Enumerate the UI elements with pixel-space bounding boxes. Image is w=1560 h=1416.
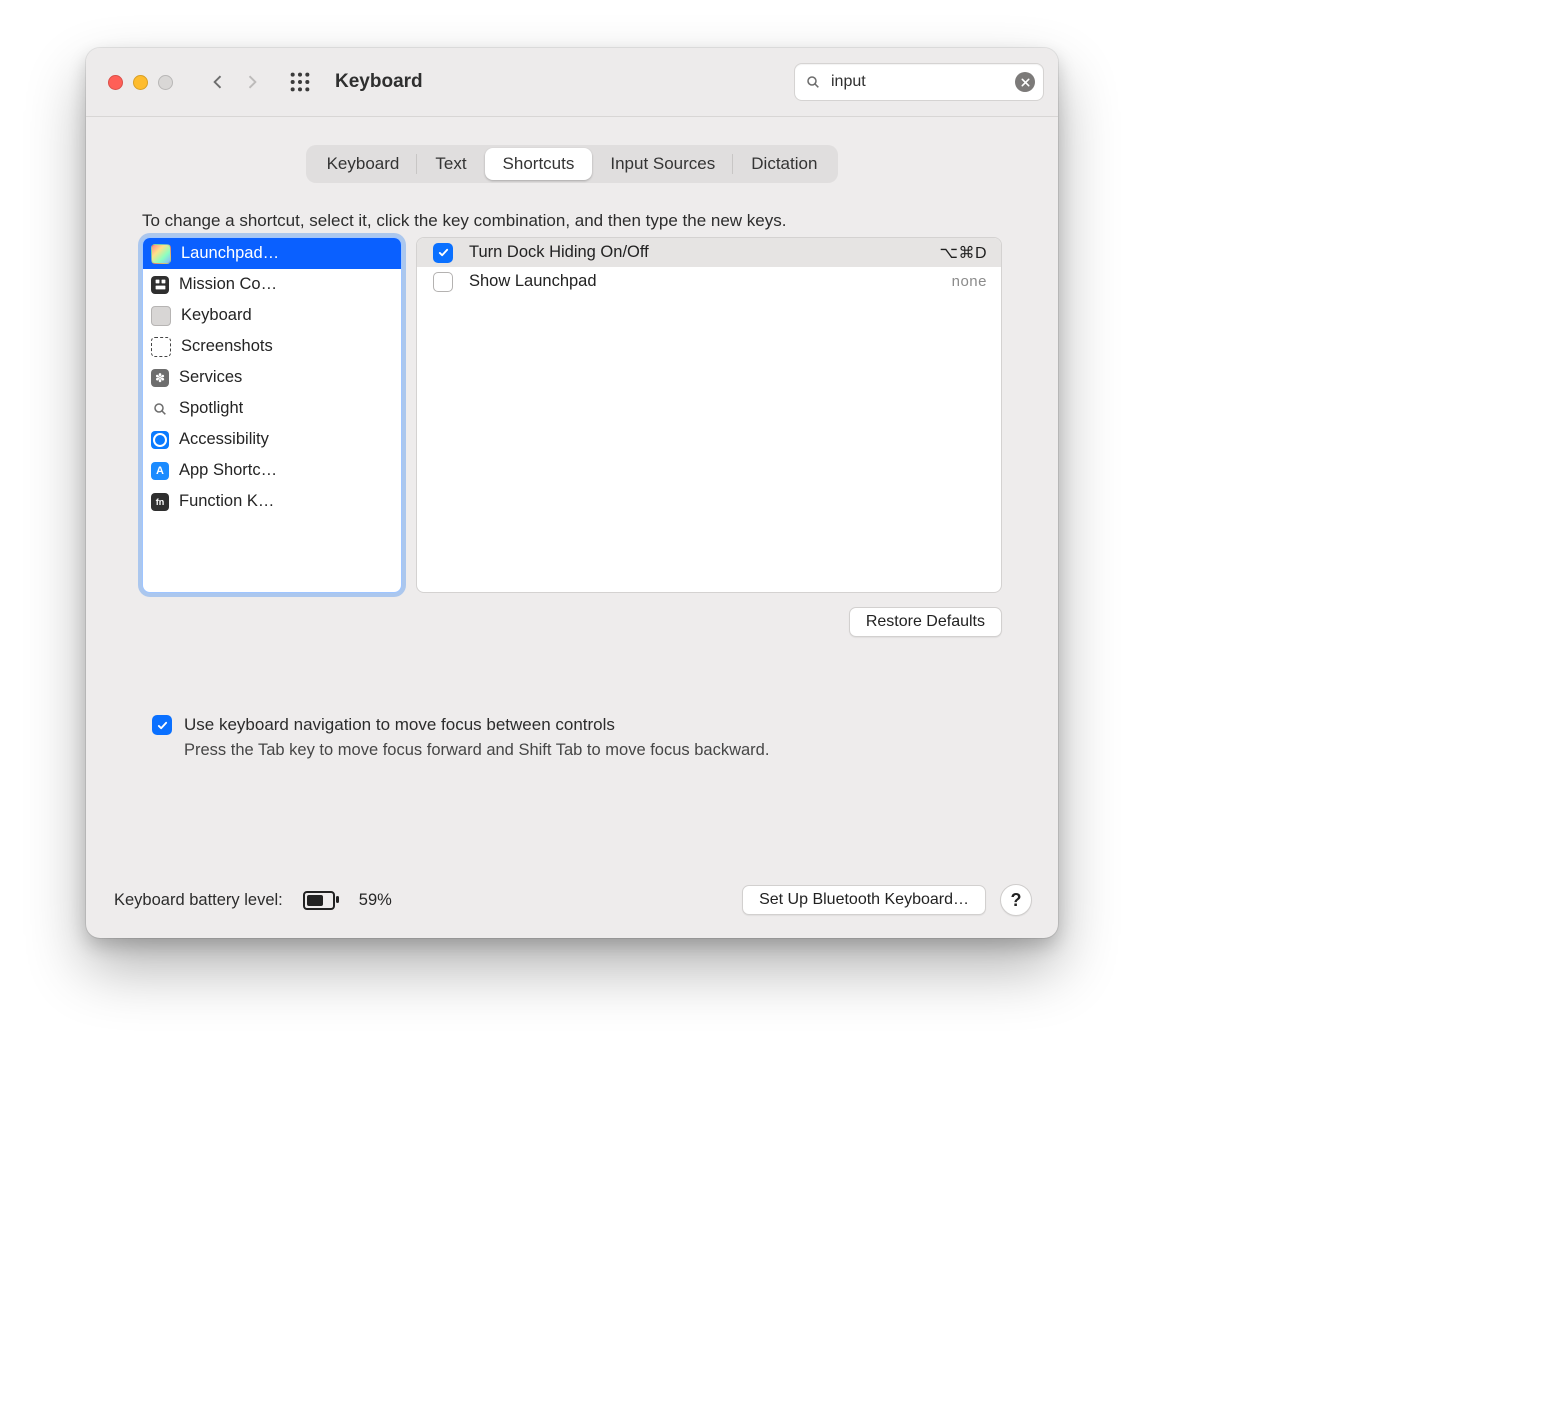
shortcut-label: Show Launchpad xyxy=(469,272,952,291)
category-label: Launchpad… xyxy=(181,244,279,263)
help-button[interactable]: ? xyxy=(1000,884,1032,916)
tab-bar: KeyboardTextShortcutsInput SourcesDictat… xyxy=(306,145,839,183)
back-button[interactable] xyxy=(201,65,235,99)
tab-input-sources[interactable]: Input Sources xyxy=(592,148,733,180)
window-controls xyxy=(108,75,173,90)
bluetooth-keyboard-button[interactable]: Set Up Bluetooth Keyboard… xyxy=(742,885,986,915)
battery-label: Keyboard battery level: xyxy=(114,891,283,910)
shortcut-checkbox[interactable] xyxy=(433,272,453,292)
category-label: Mission Co… xyxy=(179,275,277,294)
spotlight-icon xyxy=(151,400,169,418)
preferences-window: Keyboard KeyboardTextShortcutsInput Sour… xyxy=(86,48,1058,938)
shortcut-row[interactable]: Turn Dock Hiding On/Off⌥⌘D xyxy=(417,238,1001,267)
category-keyboard[interactable]: Keyboard xyxy=(143,300,401,331)
minimize-window[interactable] xyxy=(133,75,148,90)
battery-percent: 59% xyxy=(359,891,392,910)
appstore-icon xyxy=(151,462,169,480)
category-spotlight[interactable]: Spotlight xyxy=(143,393,401,424)
fn-icon xyxy=(151,493,169,511)
category-label: Screenshots xyxy=(181,337,273,356)
keyboard-navigation-checkbox[interactable] xyxy=(152,715,172,735)
shortcut-list[interactable]: Turn Dock Hiding On/Off⌥⌘DShow Launchpad… xyxy=(416,237,1002,593)
category-list[interactable]: Launchpad… Mission Co… Keyboard Screenshots… xyxy=(142,237,402,593)
keyboard-navigation-subtext: Press the Tab key to move focus forward … xyxy=(184,741,1002,760)
search-input[interactable] xyxy=(829,72,1007,92)
category-label: Spotlight xyxy=(179,399,243,418)
maximize-window[interactable] xyxy=(158,75,173,90)
forward-button[interactable] xyxy=(235,65,269,99)
restore-defaults-button[interactable]: Restore Defaults xyxy=(849,607,1002,637)
category-fn[interactable]: Function K… xyxy=(143,486,401,517)
category-launchpad[interactable]: Launchpad… xyxy=(143,238,401,269)
shortcut-instructions: To change a shortcut, select it, click t… xyxy=(114,211,1030,231)
category-screenshot[interactable]: Screenshots xyxy=(143,331,401,362)
battery-icon xyxy=(303,891,335,910)
search-field[interactable] xyxy=(794,63,1044,101)
category-mission[interactable]: Mission Co… xyxy=(143,269,401,300)
category-label: App Shortc… xyxy=(179,461,277,480)
show-all-icon[interactable] xyxy=(283,65,317,99)
category-appstore[interactable]: App Shortc… xyxy=(143,455,401,486)
category-label: Services xyxy=(179,368,242,387)
accessibility-icon xyxy=(151,431,169,449)
window-title: Keyboard xyxy=(335,71,423,93)
launchpad-icon xyxy=(151,244,171,264)
category-label: Accessibility xyxy=(179,430,269,449)
shortcut-label: Turn Dock Hiding On/Off xyxy=(469,243,940,262)
search-icon xyxy=(805,74,821,90)
screenshot-icon xyxy=(151,337,171,357)
clear-search-icon[interactable] xyxy=(1015,72,1035,92)
keyboard-navigation-section: Use keyboard navigation to move focus be… xyxy=(152,715,1002,760)
mission-control-icon xyxy=(151,276,169,294)
shortcut-row[interactable]: Show Launchpadnone xyxy=(417,267,1001,296)
tab-shortcuts[interactable]: Shortcuts xyxy=(485,148,593,180)
category-accessibility[interactable]: Accessibility xyxy=(143,424,401,455)
services-icon xyxy=(151,369,169,387)
tab-text[interactable]: Text xyxy=(417,148,484,180)
titlebar: Keyboard xyxy=(86,48,1058,117)
tab-dictation[interactable]: Dictation xyxy=(733,148,835,180)
close-window[interactable] xyxy=(108,75,123,90)
category-label: Function K… xyxy=(179,492,274,511)
shortcut-keys[interactable]: none xyxy=(952,273,987,290)
shortcut-keys[interactable]: ⌥⌘D xyxy=(940,243,988,263)
keyboard-navigation-label: Use keyboard navigation to move focus be… xyxy=(184,715,615,735)
tab-keyboard[interactable]: Keyboard xyxy=(309,148,418,180)
keyboard-icon xyxy=(151,306,171,326)
category-services[interactable]: Services xyxy=(143,362,401,393)
category-label: Keyboard xyxy=(181,306,252,325)
shortcut-checkbox[interactable] xyxy=(433,243,453,263)
